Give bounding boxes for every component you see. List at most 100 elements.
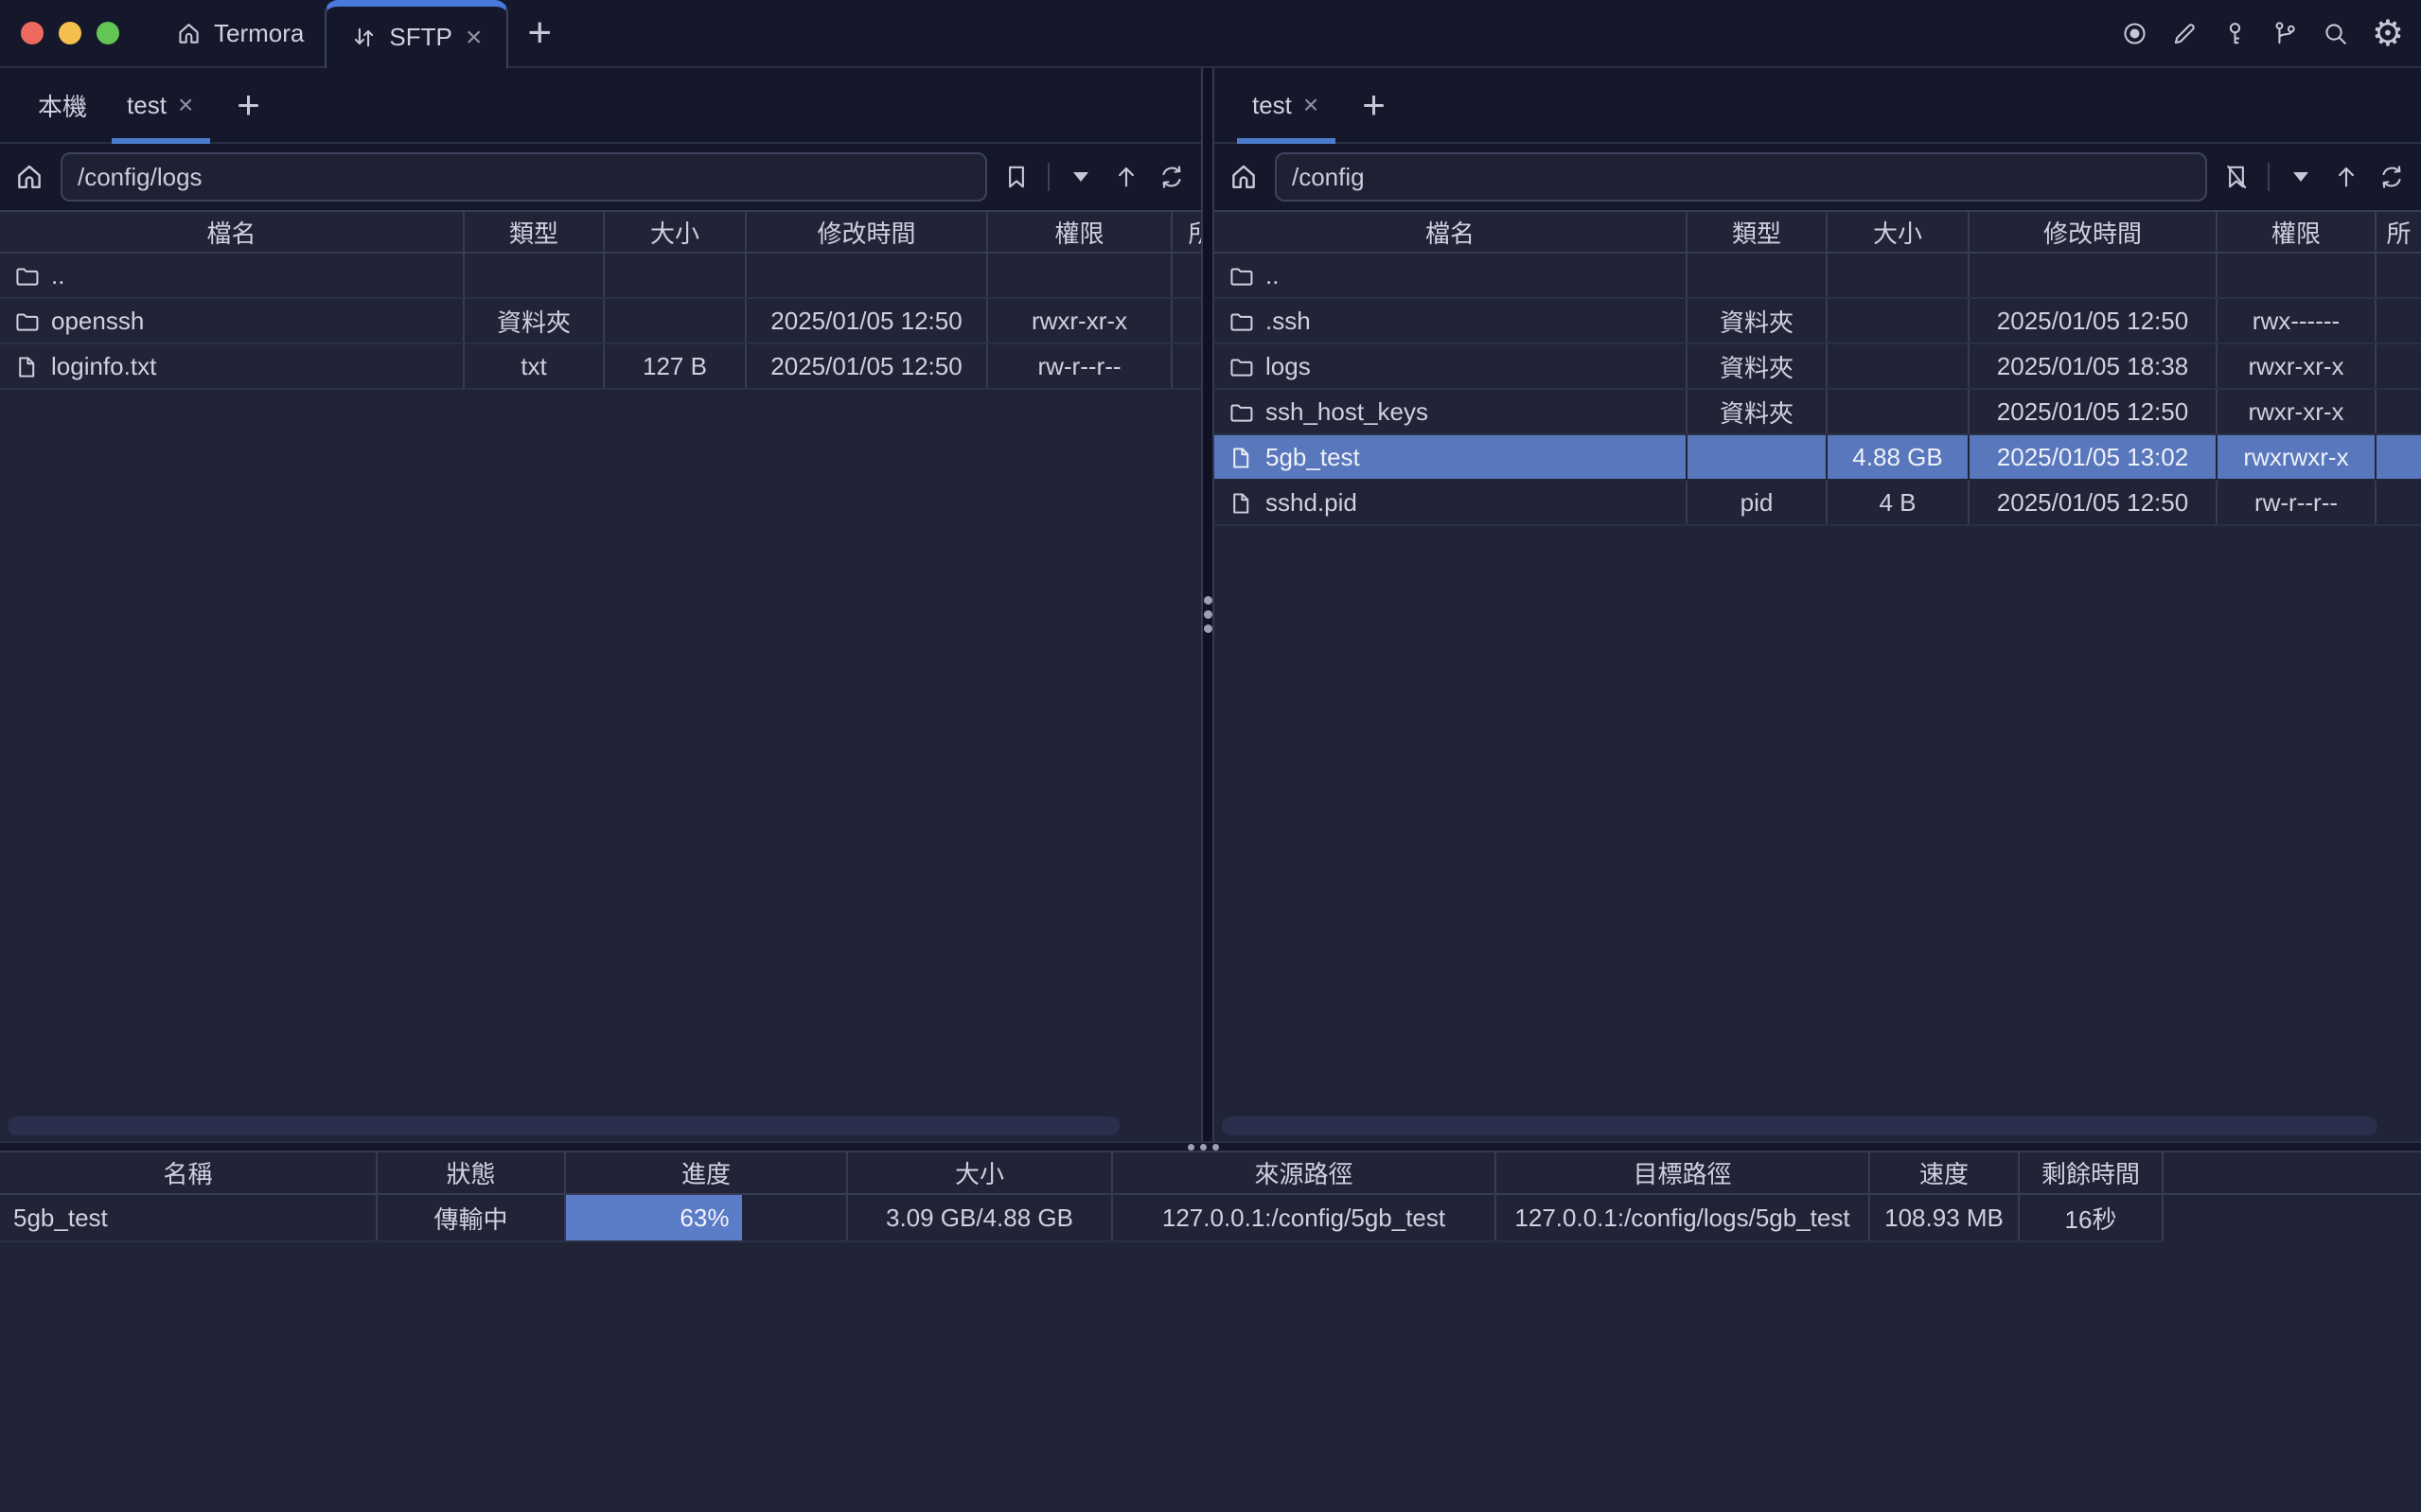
column-header[interactable]: 狀態 — [377, 1152, 565, 1194]
cell-owner — [2376, 480, 2421, 525]
cell-type: 資料夾 — [1687, 298, 1827, 343]
refresh-icon[interactable] — [2376, 161, 2408, 193]
transfer-arrows-icon — [349, 24, 378, 52]
git-branch-icon[interactable] — [2271, 19, 2300, 47]
cell-mtime: 2025/01/05 12:50 — [1969, 389, 2217, 434]
left-path-input[interactable] — [61, 152, 987, 202]
column-header[interactable]: 大小 — [847, 1152, 1112, 1194]
pane-tab-test-remote[interactable]: test × — [1237, 68, 1335, 142]
file-row[interactable]: logs資料夾2025/01/05 18:38rwxr-xr-x — [1214, 343, 2421, 389]
cell-permissions: rwxr-xr-x — [987, 298, 1172, 343]
right-pathbar — [1214, 144, 2421, 210]
cell-owner — [2376, 389, 2421, 434]
tab-sftp-label: SFTP — [389, 23, 451, 52]
close-window-button[interactable] — [21, 22, 44, 44]
folder-icon — [13, 263, 40, 290]
pane-splitter[interactable] — [1201, 68, 1214, 1141]
minimize-window-button[interactable] — [59, 22, 81, 44]
transfer-panel-splitter[interactable] — [0, 1141, 2421, 1152]
column-header[interactable]: 檔名 — [0, 211, 464, 253]
left-new-pane-tab-button[interactable]: + — [220, 82, 277, 128]
bookmark-icon[interactable] — [1000, 161, 1033, 193]
transfer-table: 名稱狀態進度大小來源路徑目標路徑速度剩餘時間5gb_test傳輸中63%3.09… — [0, 1152, 2421, 1242]
column-header[interactable]: 修改時間 — [746, 211, 987, 253]
cell-owner — [2376, 253, 2421, 298]
cell-type: pid — [1687, 480, 1827, 525]
cell-type — [464, 253, 604, 298]
column-header[interactable]: 大小 — [604, 211, 746, 253]
edit-pencil-icon[interactable] — [2171, 19, 2200, 47]
file-row[interactable]: ssh_host_keys資料夾2025/01/05 12:50rwxr-xr-… — [1214, 389, 2421, 434]
close-sftp-tab-icon[interactable]: × — [464, 24, 485, 52]
folder-icon — [1228, 354, 1254, 380]
home-directory-icon[interactable] — [13, 160, 47, 194]
cell-size — [1827, 298, 1969, 343]
cell-type — [1687, 434, 1827, 480]
column-header[interactable]: 大小 — [1827, 211, 1969, 253]
zoom-window-button[interactable] — [97, 22, 119, 44]
home-directory-icon[interactable] — [1228, 160, 1262, 194]
parent-directory-icon[interactable] — [2330, 161, 2362, 193]
column-header[interactable]: 修改時間 — [1969, 211, 2217, 253]
column-header[interactable]: 目標路徑 — [1495, 1152, 1869, 1194]
folder-icon — [1228, 263, 1254, 290]
pane-tab-label: 本機 — [38, 88, 87, 123]
cell-filename: logs — [1214, 343, 1687, 389]
close-pane-tab-icon[interactable]: × — [176, 91, 195, 119]
column-header[interactable]: 名稱 — [0, 1152, 377, 1194]
column-header[interactable]: 剩餘時間 — [2019, 1152, 2163, 1194]
column-header[interactable]: 類型 — [464, 211, 604, 253]
cell-owner — [2376, 343, 2421, 389]
column-header[interactable]: 進度 — [565, 1152, 847, 1194]
cell-permissions: rwxr-xr-x — [2217, 343, 2376, 389]
file-row[interactable]: .ssh資料夾2025/01/05 12:50rwx------ — [1214, 298, 2421, 343]
transfer-splitter-grip-icon — [1185, 1143, 1222, 1151]
new-window-tab-button[interactable]: + — [508, 3, 571, 63]
column-header[interactable]: 類型 — [1687, 211, 1827, 253]
bookmark-slash-icon[interactable] — [2220, 161, 2253, 193]
parent-directory-icon[interactable] — [1110, 161, 1142, 193]
filename-label: logs — [1265, 352, 1311, 380]
column-header[interactable]: 權限 — [2217, 211, 2376, 253]
filename-label: loginfo.txt — [51, 352, 156, 380]
bookmark-dropdown-caret-icon[interactable] — [2285, 161, 2317, 193]
column-header[interactable]: 檔名 — [1214, 211, 1687, 253]
bookmark-dropdown-caret-icon[interactable] — [1065, 161, 1097, 193]
file-row[interactable]: 5gb_test4.88 GB2025/01/05 13:02rwxrwxr-x — [1214, 434, 2421, 480]
cell-filename: .. — [1214, 253, 1687, 298]
right-path-input[interactable] — [1275, 152, 2207, 202]
column-header[interactable]: 來源路徑 — [1112, 1152, 1495, 1194]
left-file-table-area: 檔名類型大小修改時間權限所.. openssh資料夾2025/01/05 12:5… — [0, 210, 1201, 1141]
tab-termora-home[interactable]: Termora — [153, 0, 325, 66]
tab-sftp[interactable]: SFTP × — [325, 0, 508, 68]
refresh-icon[interactable] — [1156, 161, 1188, 193]
column-header[interactable]: 所 — [1172, 211, 1201, 253]
right-horizontal-scrollbar-thumb[interactable] — [1222, 1116, 2377, 1135]
file-row[interactable]: sshd.pidpid4 B2025/01/05 12:50rw-r--r-- — [1214, 480, 2421, 525]
file-row[interactable]: .. — [1214, 253, 2421, 298]
search-icon[interactable] — [2322, 19, 2350, 47]
file-row[interactable]: loginfo.txttxt127 B2025/01/05 12:50rw-r-… — [0, 343, 1201, 389]
filename-label: .. — [51, 261, 64, 290]
cell-progress: 63% — [565, 1194, 847, 1241]
cell-owner — [1172, 253, 1201, 298]
key-icon[interactable] — [2221, 19, 2250, 47]
pane-tab-local[interactable]: 本機 — [23, 68, 102, 142]
settings-gear-icon[interactable]: ⚙ — [2372, 19, 2404, 47]
cell-size — [1827, 389, 1969, 434]
record-icon[interactable] — [2121, 19, 2149, 47]
cell-permissions: rwxrwxr-x — [2217, 434, 2376, 480]
close-pane-tab-icon[interactable]: × — [1301, 91, 1320, 119]
column-header[interactable]: 所 — [2376, 211, 2421, 253]
file-row[interactable]: .. — [0, 253, 1201, 298]
pane-tab-label: test — [1252, 91, 1292, 120]
transfer-row[interactable]: 5gb_test傳輸中63%3.09 GB/4.88 GB127.0.0.1:/… — [0, 1194, 2421, 1241]
file-row[interactable]: openssh資料夾2025/01/05 12:50rwxr-xr-x — [0, 298, 1201, 343]
pane-tab-test[interactable]: test × — [112, 68, 210, 142]
left-horizontal-scrollbar-thumb[interactable] — [8, 1116, 1120, 1135]
cell-mtime — [746, 253, 987, 298]
cell-owner — [1172, 343, 1201, 389]
column-header[interactable]: 速度 — [1869, 1152, 2019, 1194]
right-new-pane-tab-button[interactable]: + — [1345, 82, 1403, 128]
column-header[interactable]: 權限 — [987, 211, 1172, 253]
